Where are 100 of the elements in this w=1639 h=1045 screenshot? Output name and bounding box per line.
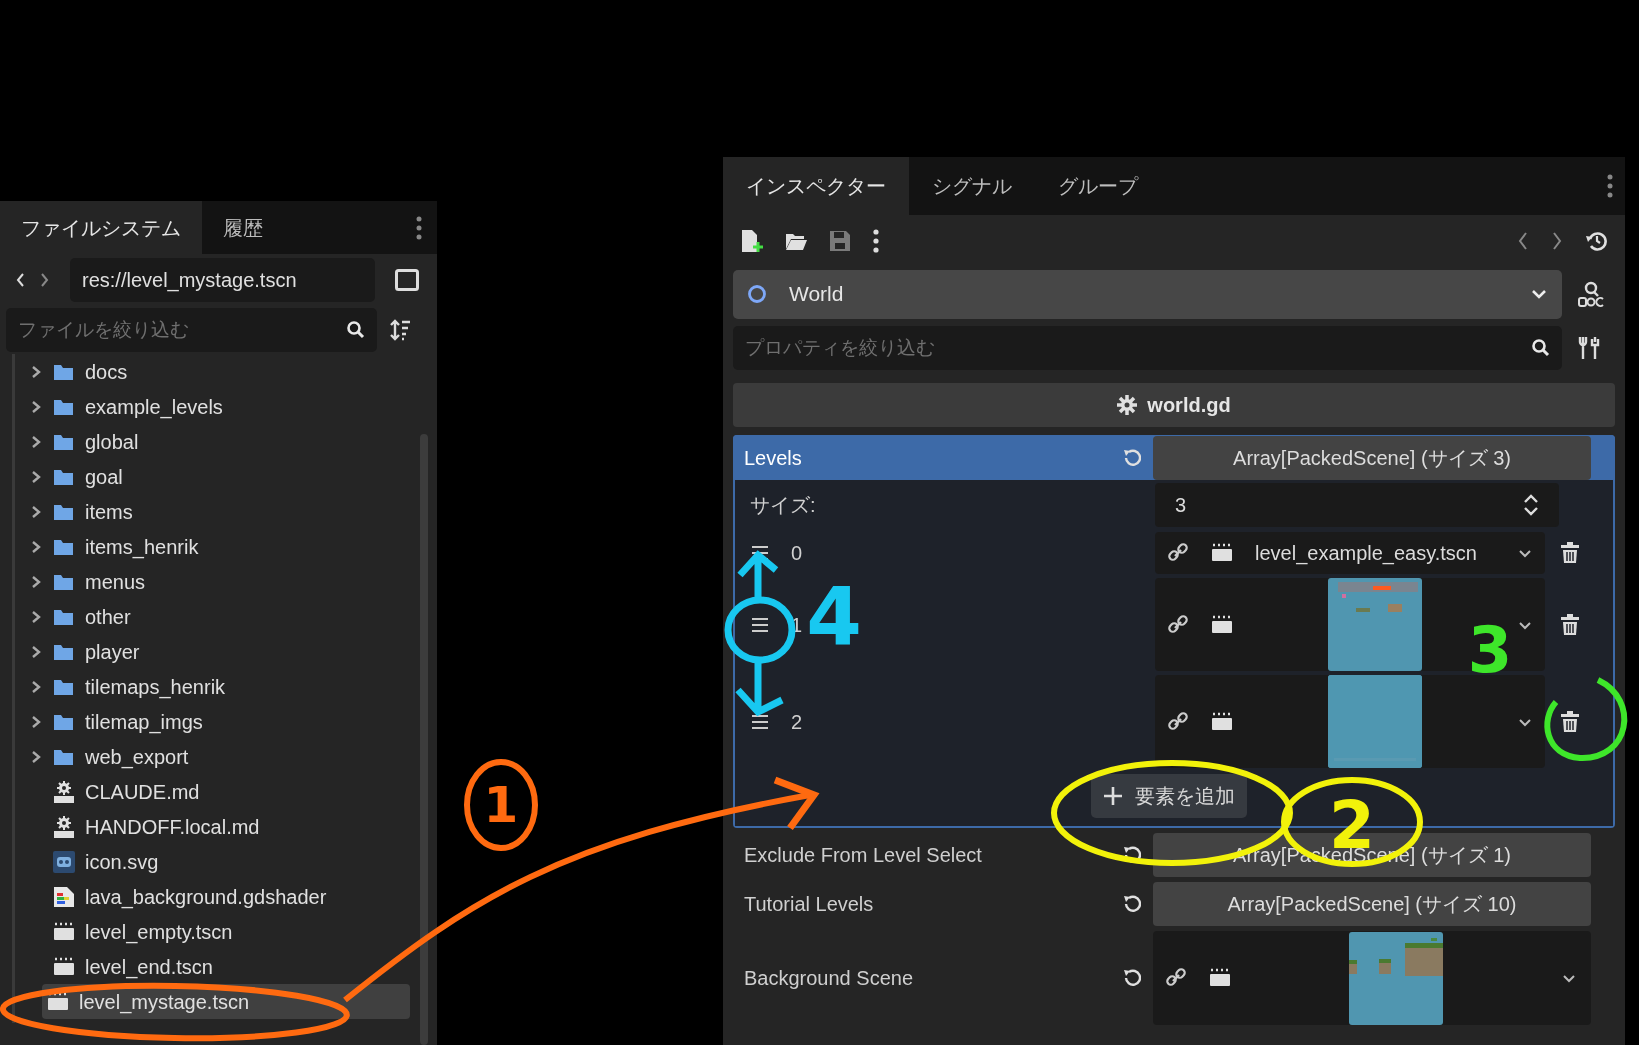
sort-icon[interactable]: [389, 319, 411, 341]
tree-item[interactable]: web_export: [31, 739, 410, 774]
panel-tab[interactable]: シグナル: [909, 157, 1035, 215]
drag-handle-icon[interactable]: [751, 712, 769, 731]
tree-item[interactable]: CLAUDE.md: [31, 774, 410, 809]
tree-item[interactable]: global: [31, 424, 410, 459]
size-label: サイズ:: [749, 493, 817, 518]
file-name: other: [85, 604, 131, 630]
forward-icon[interactable]: [38, 272, 50, 288]
tree-item[interactable]: level_end.tscn: [31, 949, 410, 984]
link-icon[interactable]: [1167, 542, 1189, 564]
link-icon[interactable]: [1167, 710, 1189, 733]
save-icon[interactable]: [829, 229, 851, 252]
tree-item[interactable]: lava_background.gdshader: [31, 879, 410, 914]
property-label: Tutorial Levels: [744, 891, 875, 917]
tree-item[interactable]: example_levels: [31, 389, 410, 424]
tree-item[interactable]: items_henrik: [31, 529, 410, 564]
add-element-button[interactable]: 要素を追加: [1091, 774, 1247, 818]
reset-icon[interactable]: [1121, 968, 1141, 988]
clapperboard-icon: [53, 956, 75, 977]
back-icon[interactable]: [14, 272, 26, 288]
chevron-icon[interactable]: [31, 434, 41, 449]
chevron-icon[interactable]: [31, 714, 41, 729]
file-name: menus: [85, 569, 146, 595]
array-value-button[interactable]: Array[PackedScene] (サイズ 3): [1153, 435, 1591, 480]
tree-item[interactable]: level_empty.tscn: [31, 914, 410, 949]
more-icon[interactable]: [416, 215, 422, 240]
chevron-icon[interactable]: [31, 469, 41, 484]
folder-icon: [53, 537, 75, 556]
annotation-number: 3: [1467, 613, 1513, 687]
resource-picker[interactable]: level_example_easy.tscn: [1155, 532, 1545, 574]
resource-picker[interactable]: [1155, 578, 1545, 671]
scrollbar[interactable]: [420, 434, 428, 1045]
history-icon[interactable]: [1585, 229, 1607, 252]
more-icon[interactable]: [873, 228, 879, 253]
tree-item[interactable]: HANDOFF.local.md: [31, 809, 410, 844]
filter-field[interactable]: ファイルを絞り込む: [6, 308, 377, 352]
tree-item[interactable]: other: [31, 599, 410, 634]
clapperboard-icon: [47, 991, 69, 1012]
tree-item[interactable]: items: [31, 494, 410, 529]
drag-handle-icon[interactable]: [751, 615, 769, 634]
file-name: HANDOFF.local.md: [85, 814, 260, 840]
trash-icon[interactable]: [1559, 542, 1581, 564]
filter-field[interactable]: プロパティを絞り込む: [733, 326, 1562, 370]
node-dropdown[interactable]: World: [733, 269, 1562, 319]
folder-icon: [53, 642, 75, 661]
path-field[interactable]: res://level_mystage.tscn: [70, 258, 375, 302]
size-spinbox[interactable]: 3: [1155, 483, 1559, 527]
folder-icon: [53, 467, 75, 486]
folder-icon: [53, 502, 75, 521]
search-icon[interactable]: [346, 320, 365, 339]
resource-picker[interactable]: [1155, 675, 1545, 768]
doc-icon[interactable]: [1578, 281, 1604, 307]
folder-icon: [53, 677, 75, 696]
text-file-icon: [53, 815, 75, 838]
tree-item[interactable]: tilemap_imgs: [31, 704, 410, 739]
plus-icon: [1103, 786, 1123, 806]
chevron-icon[interactable]: [31, 609, 41, 624]
file-name: example_levels: [85, 394, 223, 421]
chevron-icon[interactable]: [31, 749, 41, 764]
file-name: player: [85, 639, 140, 665]
tree-item[interactable]: player: [31, 634, 410, 669]
link-icon[interactable]: [1165, 967, 1187, 989]
panel-tab[interactable]: 履歴: [202, 201, 284, 254]
trash-icon[interactable]: [1559, 613, 1581, 636]
clapperboard-icon: [1209, 968, 1231, 988]
panel-layout-icon[interactable]: [395, 269, 419, 291]
resource-picker[interactable]: [1153, 931, 1591, 1025]
property-row[interactable]: Levels Array[PackedScene] (サイズ 3): [733, 435, 1615, 480]
panel-tab[interactable]: インスペクター: [723, 157, 909, 215]
tree-item[interactable]: docs: [31, 354, 410, 389]
array-value-button[interactable]: Array[PackedScene] (サイズ 10): [1153, 881, 1591, 926]
tree-item[interactable]: menus: [31, 564, 410, 599]
chevron-icon[interactable]: [31, 504, 41, 519]
forward-icon[interactable]: [1551, 230, 1563, 251]
file-name: level_end.tscn: [85, 954, 213, 981]
trash-icon[interactable]: [1559, 710, 1581, 733]
reset-icon[interactable]: [1121, 893, 1141, 914]
file-name: goal: [85, 464, 123, 490]
folder-icon: [53, 362, 75, 381]
file-name: lava_background.gdshader: [85, 884, 327, 911]
file-name: icon.svg: [85, 849, 159, 875]
chevron-icon[interactable]: [31, 399, 41, 414]
tree-item[interactable]: goal: [31, 459, 410, 494]
file-name: items: [85, 499, 133, 525]
more-icon[interactable]: [1607, 174, 1613, 198]
link-icon[interactable]: [1167, 613, 1189, 636]
chevron-icon[interactable]: [31, 644, 41, 659]
tree-item[interactable]: icon.svg: [31, 844, 410, 879]
chevron-icon[interactable]: [31, 539, 41, 554]
panel-tab[interactable]: ファイルシステム: [0, 201, 202, 254]
node-icon: [747, 284, 767, 304]
chevron-icon[interactable]: [31, 679, 41, 694]
chevron-icon[interactable]: [31, 364, 41, 379]
panel-tab[interactable]: グループ: [1035, 157, 1161, 215]
search-icon[interactable]: [1531, 338, 1550, 357]
chevron-icon[interactable]: [31, 574, 41, 589]
annotation-number: 4: [806, 571, 862, 664]
new-file-icon[interactable]: [741, 228, 763, 253]
tree-item[interactable]: tilemaps_henrik: [31, 669, 410, 704]
